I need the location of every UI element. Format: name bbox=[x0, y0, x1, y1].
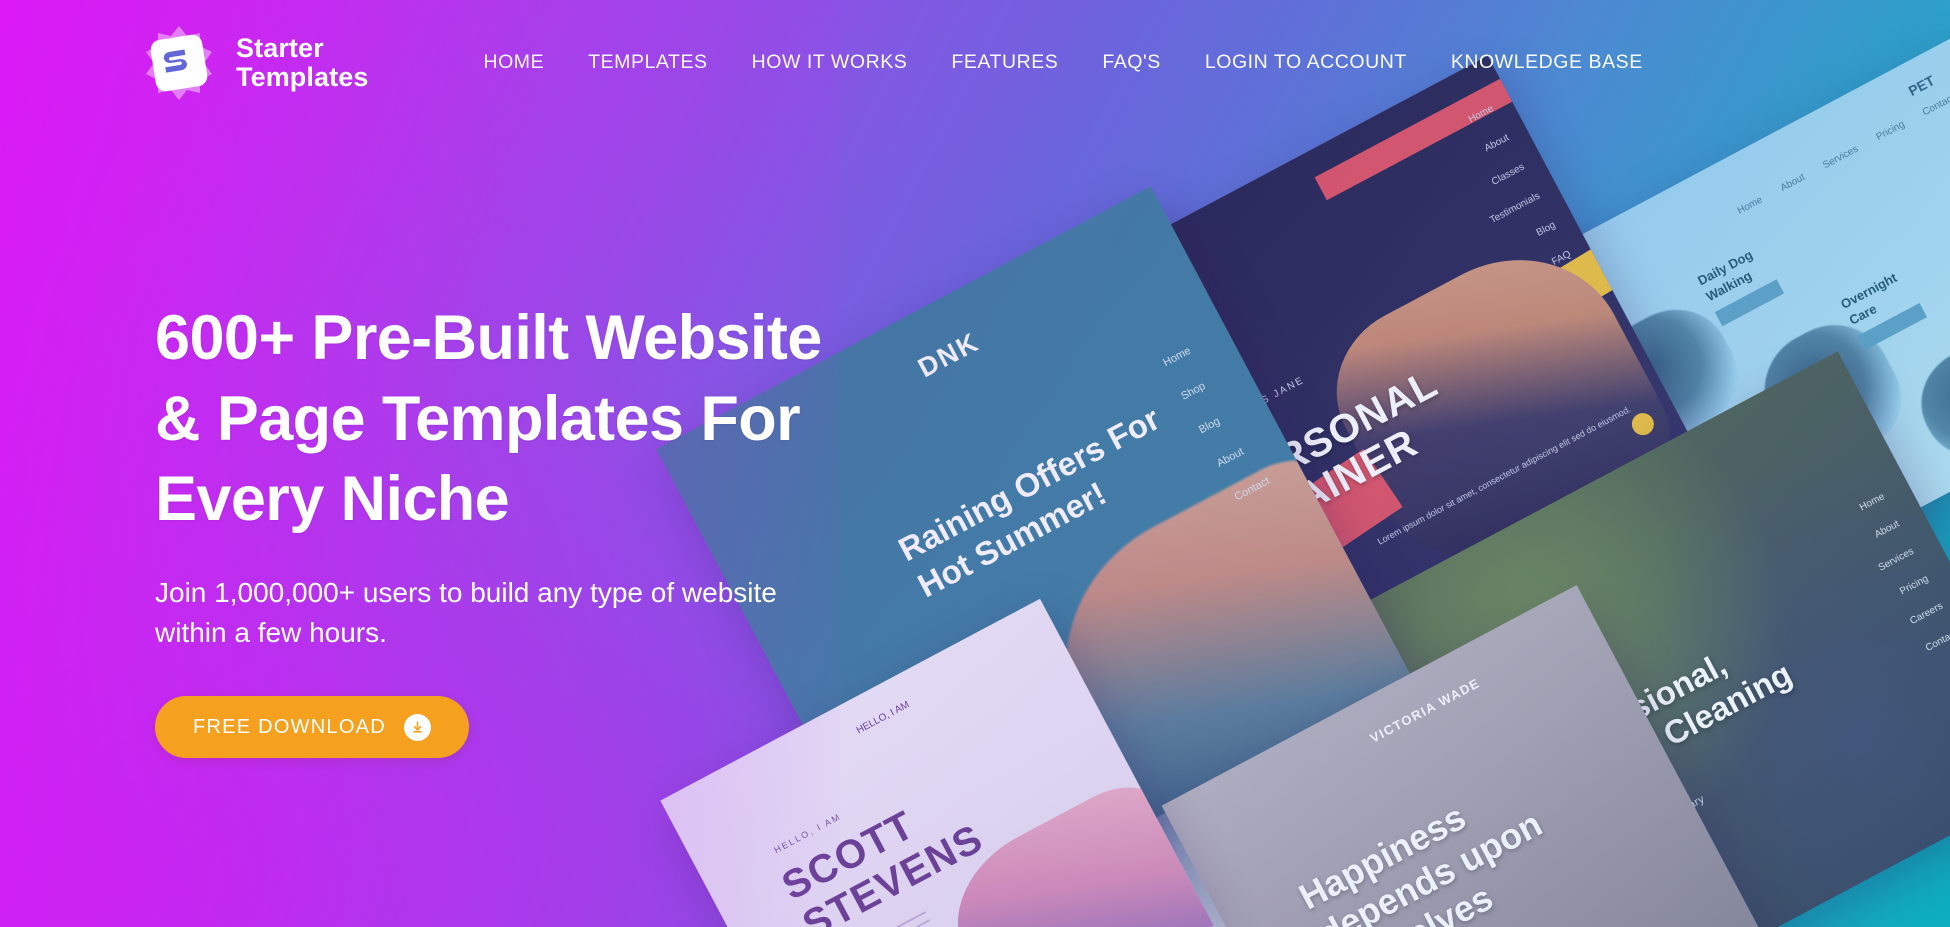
free-download-label: FREE DOWNLOAD bbox=[193, 715, 386, 738]
brand-line-2: Templates bbox=[236, 61, 369, 92]
hero-title: 600+ Pre-Built Website & Page Templates … bbox=[155, 298, 935, 540]
hero-cta-row: FREE DOWNLOAD bbox=[155, 696, 935, 759]
dnk-nav-item: Shop bbox=[1179, 379, 1208, 403]
dnk-nav-item: About bbox=[1214, 445, 1246, 470]
hero-title-line-2: & Page Templates For bbox=[155, 383, 801, 454]
victoria-template-logo: VICTORIA WADE bbox=[1367, 675, 1483, 746]
main-navigation: HOME TEMPLATES HOW IT WORKS FEATURES FAQ… bbox=[461, 51, 1664, 74]
hero-section: 600+ Pre-Built Website & Page Templates … bbox=[155, 298, 935, 759]
brand-wordmark: Starter Templates bbox=[236, 34, 368, 90]
dog-nav-item: Services bbox=[1821, 143, 1861, 172]
hero-subtitle-line-2: within a few hours. bbox=[155, 616, 387, 648]
dnk-nav-item: Blog bbox=[1196, 415, 1223, 437]
cleaning-nav-item: Careers bbox=[1908, 600, 1945, 628]
dog-nav-item: About bbox=[1778, 171, 1807, 194]
trainer-nav-item: About bbox=[1482, 132, 1511, 155]
nav-item-faqs[interactable]: FAQ'S bbox=[1080, 51, 1183, 74]
trainer-nav-item: Testimonials bbox=[1488, 190, 1542, 227]
victoria-headline: Happiness depends upon ourselves bbox=[1292, 740, 1616, 927]
brand-line-1: Starter bbox=[236, 33, 324, 64]
cleaning-nav-item: About bbox=[1872, 518, 1902, 541]
scott-headline: SCOTT STEVENS bbox=[775, 777, 990, 927]
hero-title-line-3: Every Niche bbox=[155, 464, 510, 535]
brand-logo-link[interactable]: Starter Templates bbox=[140, 22, 368, 104]
starter-templates-logo-icon bbox=[140, 22, 218, 104]
dog-card-1: Daily Dog Walking bbox=[1695, 241, 1785, 327]
site-header: Starter Templates HOME TEMPLATES HOW IT … bbox=[0, 0, 1950, 125]
cleaning-nav-item: Pricing bbox=[1898, 573, 1931, 598]
hero-subtitle-line-1: Join 1,000,000+ users to build any type … bbox=[155, 576, 777, 608]
nav-item-knowledge-base[interactable]: KNOWLEDGE BASE bbox=[1429, 51, 1665, 74]
free-download-button[interactable]: FREE DOWNLOAD bbox=[155, 696, 469, 759]
nav-item-login-to-account[interactable]: LOGIN TO ACCOUNT bbox=[1183, 51, 1429, 74]
nav-item-home[interactable]: HOME bbox=[461, 51, 566, 74]
dnk-nav-item: Home bbox=[1161, 344, 1193, 369]
trainer-nav-item: Classes bbox=[1489, 161, 1527, 188]
dog-nav-item: Home bbox=[1735, 194, 1765, 217]
nav-item-how-it-works[interactable]: HOW IT WORKS bbox=[730, 51, 930, 74]
hero-subtitle: Join 1,000,000+ users to build any type … bbox=[155, 573, 905, 653]
hero-title-line-1: 600+ Pre-Built Website bbox=[155, 303, 822, 373]
nav-item-templates[interactable]: TEMPLATES bbox=[566, 51, 729, 74]
trainer-nav-item: Blog bbox=[1534, 219, 1558, 239]
dog-photo-3 bbox=[1903, 324, 1950, 478]
download-arrow-icon bbox=[403, 713, 431, 741]
nav-item-features[interactable]: FEATURES bbox=[929, 51, 1080, 74]
cleaning-nav-item: Services bbox=[1876, 545, 1916, 574]
